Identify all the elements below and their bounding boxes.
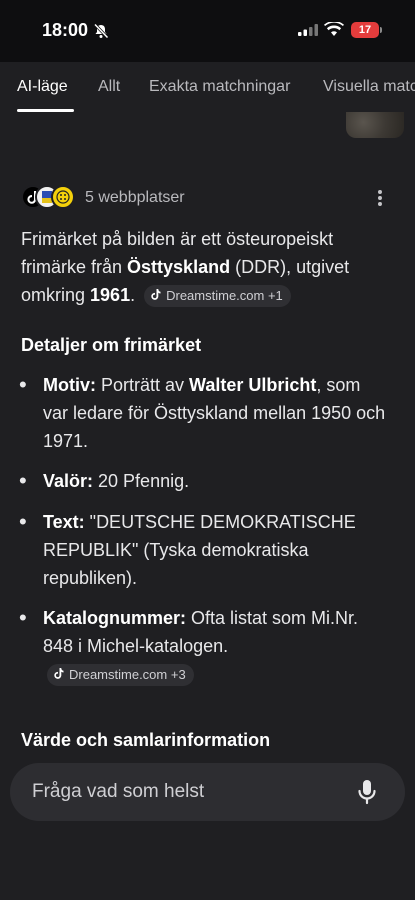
tab-exact-matches[interactable]: Exakta matchningar <box>149 78 290 96</box>
bullet: • <box>19 468 27 493</box>
stamp-image-thumbnail[interactable] <box>346 112 404 138</box>
sources-row[interactable]: 5 webbplatser <box>21 185 401 211</box>
item-label: Valör: <box>43 471 94 491</box>
item-person: Walter Ulbricht <box>189 375 317 395</box>
tab-all[interactable]: Allt <box>98 78 120 96</box>
battery-indicator: 17 <box>351 22 379 38</box>
details-heading: Detaljer om frimärket <box>21 335 202 355</box>
battery-tip <box>380 27 382 33</box>
bullet: • <box>19 509 27 534</box>
status-bar: 18:00 17 <box>0 0 415 62</box>
search-tabs: AI-läge Allt Exakta matchningar Visuella… <box>0 62 415 114</box>
signal-icon <box>298 24 318 36</box>
list-item-catalog: Katalognummer: Ofta listat som Mi.Nr. 84… <box>43 604 383 688</box>
list-item-text: Text: "DEUTSCHE DEMOKRATISCHE REPUBLIK" … <box>43 508 388 592</box>
intro-country: Östtyskland <box>127 257 231 277</box>
source-chip[interactable]: Dreamstime.com +3 <box>47 664 194 687</box>
bullet: • <box>19 605 27 630</box>
item-label: Text: <box>43 512 85 532</box>
item-text: 20 Pfennig. <box>93 471 190 491</box>
microphone-icon[interactable] <box>357 779 377 805</box>
wifi-icon <box>324 22 344 36</box>
more-vert-icon[interactable] <box>377 189 383 207</box>
intro-text-3: . <box>130 285 136 305</box>
value-heading: Värde och samlarinformation <box>21 730 271 750</box>
bell-muted-icon <box>93 23 109 39</box>
item-text: "DEUTSCHE DEMOKRATISCHE REPUBLIK" (Tyska… <box>43 512 356 588</box>
source-chip-label: Dreamstime.com +3 <box>69 667 186 683</box>
sources-count-label: 5 webbplatser <box>85 189 185 206</box>
ask-placeholder: Fråga vad som helst <box>32 781 205 802</box>
tiktok-icon <box>151 289 161 301</box>
status-time: 18:00 <box>42 20 89 40</box>
source-chip[interactable]: Dreamstime.com +1 <box>144 285 291 308</box>
list-item-value: Valör: 20 Pfennig. <box>43 467 388 495</box>
item-label: Motiv: <box>43 375 96 395</box>
item-text: Porträtt av <box>96 375 190 395</box>
tab-visual-matches[interactable]: Visuella matc <box>323 78 415 96</box>
coin-site-favicon <box>51 185 75 209</box>
item-label: Katalognummer: <box>43 608 187 628</box>
tiktok-icon <box>54 668 64 680</box>
active-tab-indicator <box>17 109 74 112</box>
bullet: • <box>19 372 27 397</box>
intro-year: 1961 <box>90 285 131 305</box>
ask-input[interactable]: Fråga vad som helst <box>10 763 405 821</box>
source-chip-label: Dreamstime.com +1 <box>166 288 283 304</box>
list-item-motif: Motiv: Porträtt av Walter Ulbricht, som … <box>43 371 388 455</box>
tab-ai-mode[interactable]: AI-läge <box>17 78 68 96</box>
answer-intro: Frimärket på bilden är ett östeuropeiskt… <box>21 225 401 309</box>
